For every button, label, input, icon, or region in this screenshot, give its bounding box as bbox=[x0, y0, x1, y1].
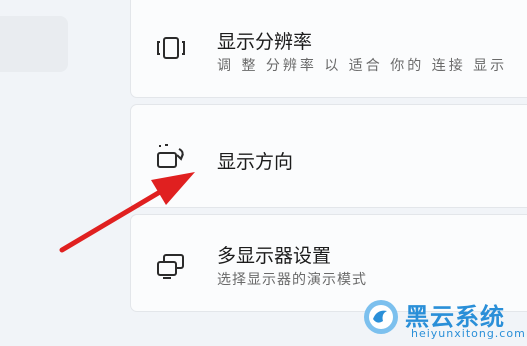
watermark-url: heiyunxitong.com bbox=[411, 327, 526, 340]
heiyun-logo-icon bbox=[364, 300, 398, 334]
watermark: 黑云系统 heiyunxitong.com bbox=[363, 297, 526, 343]
multiple-displays-icon bbox=[155, 252, 187, 280]
multiple-displays-title: 多显示器设置 bbox=[217, 245, 332, 267]
display-orientation-setting[interactable]: 显示方向 bbox=[130, 104, 527, 208]
display-orientation-title: 显示方向 bbox=[217, 151, 294, 173]
display-orientation-icon bbox=[155, 143, 187, 171]
display-resolution-setting[interactable]: 显示分辨率 调 整 分辨率 以 适合 你的 连接 显示 bbox=[130, 0, 527, 98]
display-resolution-subtitle: 调 整 分辨率 以 适合 你的 连接 显示 bbox=[217, 58, 508, 74]
multiple-displays-subtitle: 选择显示器的演示模式 bbox=[217, 272, 367, 288]
display-resolution-icon bbox=[155, 34, 187, 62]
sidebar-nav-item[interactable] bbox=[0, 16, 68, 72]
display-resolution-title: 显示分辨率 bbox=[217, 31, 313, 53]
